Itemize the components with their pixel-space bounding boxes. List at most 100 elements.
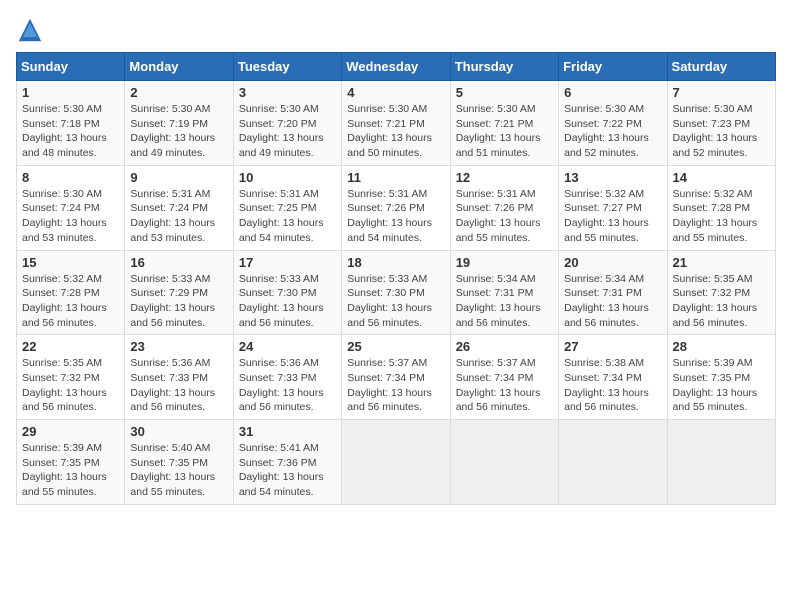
day-cell-3: 3Sunrise: 5:30 AMSunset: 7:20 PMDaylight…	[233, 81, 341, 166]
day-info: Sunrise: 5:35 AMSunset: 7:32 PMDaylight:…	[673, 272, 770, 331]
day-cell-1: 1 Sunrise: 5:30 AMSunset: 7:18 PMDaylight…	[17, 81, 125, 166]
day-number: 10	[239, 170, 336, 185]
day-number: 24	[239, 339, 336, 354]
day-info: Sunrise: 5:35 AMSunset: 7:32 PMDaylight:…	[22, 356, 119, 415]
header-row: SundayMondayTuesdayWednesdayThursdayFrid…	[17, 53, 776, 81]
day-cell-21: 21 Sunrise: 5:35 AMSunset: 7:32 PMDayligh…	[667, 250, 775, 335]
day-number: 11	[347, 170, 444, 185]
day-number: 31	[239, 424, 336, 439]
header-day-sunday: Sunday	[17, 53, 125, 81]
day-info: Sunrise: 5:30 AMSunset: 7:24 PMDaylight:…	[22, 187, 119, 246]
empty-cell	[342, 420, 450, 505]
day-number: 4	[347, 85, 444, 100]
day-info: Sunrise: 5:39 AMSunset: 7:35 PMDaylight:…	[22, 441, 119, 500]
day-cell-28: 28 Sunrise: 5:39 AMSunset: 7:35 PMDayligh…	[667, 335, 775, 420]
day-cell-22: 22 Sunrise: 5:35 AMSunset: 7:32 PMDayligh…	[17, 335, 125, 420]
day-number: 16	[130, 255, 227, 270]
week-row-3: 15 Sunrise: 5:32 AMSunset: 7:28 PMDayligh…	[17, 250, 776, 335]
day-cell-31: 31 Sunrise: 5:41 AMSunset: 7:36 PMDayligh…	[233, 420, 341, 505]
day-number: 21	[673, 255, 770, 270]
week-row-1: 1 Sunrise: 5:30 AMSunset: 7:18 PMDaylight…	[17, 81, 776, 166]
day-info: Sunrise: 5:39 AMSunset: 7:35 PMDaylight:…	[673, 356, 770, 415]
day-info: Sunrise: 5:30 AMSunset: 7:21 PMDaylight:…	[456, 102, 553, 161]
day-number: 19	[456, 255, 553, 270]
day-number: 13	[564, 170, 661, 185]
logo-icon	[16, 16, 44, 44]
day-info: Sunrise: 5:30 AMSunset: 7:23 PMDaylight:…	[673, 102, 770, 161]
day-info: Sunrise: 5:37 AMSunset: 7:34 PMDaylight:…	[347, 356, 444, 415]
header-day-friday: Friday	[559, 53, 667, 81]
day-cell-10: 10 Sunrise: 5:31 AMSunset: 7:25 PMDayligh…	[233, 165, 341, 250]
empty-cell	[559, 420, 667, 505]
calendar-header: SundayMondayTuesdayWednesdayThursdayFrid…	[17, 53, 776, 81]
day-info: Sunrise: 5:40 AMSunset: 7:35 PMDaylight:…	[130, 441, 227, 500]
day-info: Sunrise: 5:31 AMSunset: 7:25 PMDaylight:…	[239, 187, 336, 246]
day-cell-18: 18Sunrise: 5:33 AMSunset: 7:30 PMDayligh…	[342, 250, 450, 335]
day-number: 6	[564, 85, 661, 100]
day-info: Sunrise: 5:37 AMSunset: 7:34 PMDaylight:…	[456, 356, 553, 415]
day-number: 29	[22, 424, 119, 439]
day-number: 23	[130, 339, 227, 354]
day-info: Sunrise: 5:36 AMSunset: 7:33 PMDaylight:…	[130, 356, 227, 415]
day-info: Sunrise: 5:33 AMSunset: 7:30 PMDaylight:…	[239, 272, 336, 331]
day-number: 12	[456, 170, 553, 185]
day-info: Sunrise: 5:30 AMSunset: 7:19 PMDaylight:…	[130, 102, 227, 161]
day-info: Sunrise: 5:30 AMSunset: 7:22 PMDaylight:…	[564, 102, 661, 161]
day-info: Sunrise: 5:41 AMSunset: 7:36 PMDaylight:…	[239, 441, 336, 500]
week-row-2: 8 Sunrise: 5:30 AMSunset: 7:24 PMDaylight…	[17, 165, 776, 250]
day-info: Sunrise: 5:32 AMSunset: 7:27 PMDaylight:…	[564, 187, 661, 246]
day-info: Sunrise: 5:34 AMSunset: 7:31 PMDaylight:…	[564, 272, 661, 331]
day-number: 26	[456, 339, 553, 354]
day-cell-29: 29 Sunrise: 5:39 AMSunset: 7:35 PMDayligh…	[17, 420, 125, 505]
day-cell-8: 8 Sunrise: 5:30 AMSunset: 7:24 PMDaylight…	[17, 165, 125, 250]
day-number: 25	[347, 339, 444, 354]
day-info: Sunrise: 5:30 AMSunset: 7:18 PMDaylight:…	[22, 102, 119, 161]
day-cell-23: 23 Sunrise: 5:36 AMSunset: 7:33 PMDayligh…	[125, 335, 233, 420]
header-day-tuesday: Tuesday	[233, 53, 341, 81]
header-day-thursday: Thursday	[450, 53, 558, 81]
day-info: Sunrise: 5:38 AMSunset: 7:34 PMDaylight:…	[564, 356, 661, 415]
day-number: 18	[347, 255, 444, 270]
day-number: 3	[239, 85, 336, 100]
day-info: Sunrise: 5:31 AMSunset: 7:26 PMDaylight:…	[456, 187, 553, 246]
day-number: 28	[673, 339, 770, 354]
day-cell-15: 15 Sunrise: 5:32 AMSunset: 7:28 PMDayligh…	[17, 250, 125, 335]
day-cell-17: 17 Sunrise: 5:33 AMSunset: 7:30 PMDayligh…	[233, 250, 341, 335]
day-cell-16: 16Sunrise: 5:33 AMSunset: 7:29 PMDayligh…	[125, 250, 233, 335]
day-number: 14	[673, 170, 770, 185]
day-number: 1	[22, 85, 119, 100]
calendar-body: 1 Sunrise: 5:30 AMSunset: 7:18 PMDaylight…	[17, 81, 776, 505]
calendar-table: SundayMondayTuesdayWednesdayThursdayFrid…	[16, 52, 776, 505]
day-info: Sunrise: 5:31 AMSunset: 7:26 PMDaylight:…	[347, 187, 444, 246]
week-row-4: 22 Sunrise: 5:35 AMSunset: 7:32 PMDayligh…	[17, 335, 776, 420]
day-number: 27	[564, 339, 661, 354]
day-number: 9	[130, 170, 227, 185]
header-day-saturday: Saturday	[667, 53, 775, 81]
logo	[16, 16, 48, 44]
day-cell-20: 20Sunrise: 5:34 AMSunset: 7:31 PMDayligh…	[559, 250, 667, 335]
header-day-monday: Monday	[125, 53, 233, 81]
empty-cell	[450, 420, 558, 505]
day-cell-27: 27 Sunrise: 5:38 AMSunset: 7:34 PMDayligh…	[559, 335, 667, 420]
day-cell-5: 5Sunrise: 5:30 AMSunset: 7:21 PMDaylight…	[450, 81, 558, 166]
week-row-5: 29 Sunrise: 5:39 AMSunset: 7:35 PMDayligh…	[17, 420, 776, 505]
day-info: Sunrise: 5:36 AMSunset: 7:33 PMDaylight:…	[239, 356, 336, 415]
day-info: Sunrise: 5:31 AMSunset: 7:24 PMDaylight:…	[130, 187, 227, 246]
day-number: 17	[239, 255, 336, 270]
day-info: Sunrise: 5:30 AMSunset: 7:21 PMDaylight:…	[347, 102, 444, 161]
day-cell-30: 30 Sunrise: 5:40 AMSunset: 7:35 PMDayligh…	[125, 420, 233, 505]
day-cell-19: 19Sunrise: 5:34 AMSunset: 7:31 PMDayligh…	[450, 250, 558, 335]
day-number: 30	[130, 424, 227, 439]
day-info: Sunrise: 5:32 AMSunset: 7:28 PMDaylight:…	[22, 272, 119, 331]
empty-cell	[667, 420, 775, 505]
day-number: 7	[673, 85, 770, 100]
day-info: Sunrise: 5:32 AMSunset: 7:28 PMDaylight:…	[673, 187, 770, 246]
day-cell-7: 7 Sunrise: 5:30 AMSunset: 7:23 PMDaylight…	[667, 81, 775, 166]
day-number: 15	[22, 255, 119, 270]
day-number: 22	[22, 339, 119, 354]
day-cell-24: 24 Sunrise: 5:36 AMSunset: 7:33 PMDayligh…	[233, 335, 341, 420]
day-number: 8	[22, 170, 119, 185]
day-cell-25: 25 Sunrise: 5:37 AMSunset: 7:34 PMDayligh…	[342, 335, 450, 420]
day-cell-14: 14 Sunrise: 5:32 AMSunset: 7:28 PMDayligh…	[667, 165, 775, 250]
day-cell-11: 11 Sunrise: 5:31 AMSunset: 7:26 PMDayligh…	[342, 165, 450, 250]
